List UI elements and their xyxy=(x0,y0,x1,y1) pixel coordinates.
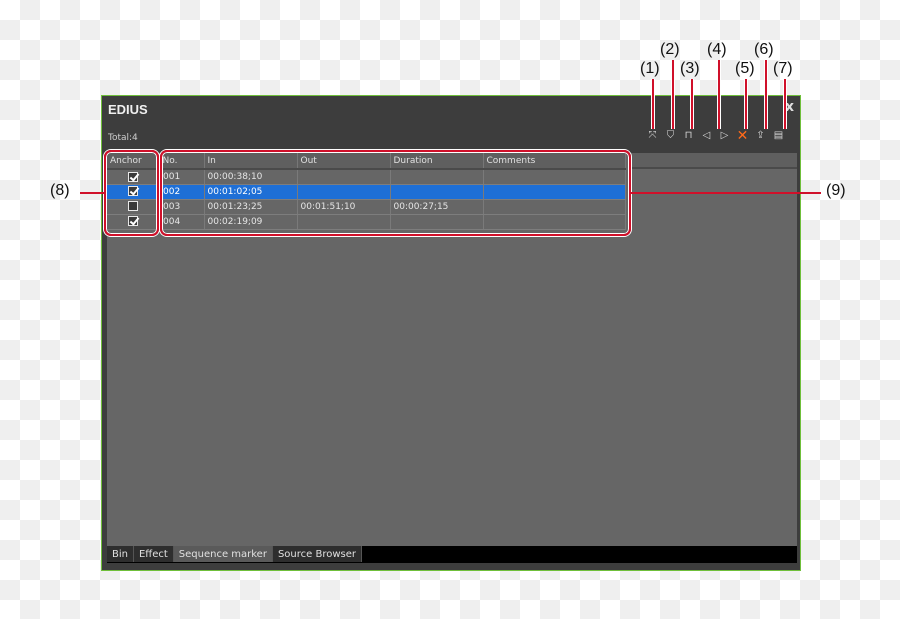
set-in-out-marker-icon[interactable]: ⊓ xyxy=(681,128,696,143)
header-filler xyxy=(632,153,797,169)
clear-marker-icon[interactable]: ⤧ xyxy=(645,128,660,143)
tab-effect[interactable]: Effect xyxy=(133,546,174,562)
callout-1: (1) xyxy=(640,60,660,77)
callout-7: (7) xyxy=(773,60,793,77)
tab-source-browser[interactable]: Source Browser xyxy=(272,546,362,562)
callout-9: (9) xyxy=(826,182,846,199)
callout-8: (8) xyxy=(50,182,70,199)
next-marker-icon[interactable]: ▷ xyxy=(717,128,732,143)
callout-2: (2) xyxy=(660,41,680,58)
callout-6: (6) xyxy=(754,41,774,58)
callout-line-3 xyxy=(690,79,694,129)
total-count: Total:4 xyxy=(108,133,138,143)
marker-toolbar: ⤧ ⛉ ⊓ ◁ ▷ ✕ ⇪ ▤ xyxy=(645,128,786,143)
callout-5: (5) xyxy=(735,60,755,77)
marker-list-bracket xyxy=(160,150,631,236)
panel-tabs: Bin Effect Sequence marker Source Browse… xyxy=(107,546,797,563)
callout-line-5 xyxy=(744,79,748,129)
tab-bin[interactable]: Bin xyxy=(107,546,134,562)
export-marker-icon[interactable]: ▤ xyxy=(771,128,786,143)
window-title: EDIUS xyxy=(108,102,148,117)
callout-line-8 xyxy=(80,192,104,194)
callout-line-1 xyxy=(651,79,655,129)
callout-3: (3) xyxy=(680,60,700,77)
anchor-column-bracket xyxy=(104,150,159,236)
callout-line-4 xyxy=(717,60,721,129)
callout-line-7 xyxy=(783,79,787,129)
callout-line-6 xyxy=(764,60,768,129)
import-marker-icon[interactable]: ⇪ xyxy=(753,128,768,143)
delete-marker-icon[interactable]: ✕ xyxy=(735,128,750,143)
tab-sequence-marker[interactable]: Sequence marker xyxy=(173,546,273,562)
set-marker-icon[interactable]: ⛉ xyxy=(663,128,678,143)
prev-marker-icon[interactable]: ◁ xyxy=(699,128,714,143)
callout-line-2 xyxy=(671,60,675,129)
callout-4: (4) xyxy=(707,41,727,58)
callout-line-9 xyxy=(631,192,821,194)
